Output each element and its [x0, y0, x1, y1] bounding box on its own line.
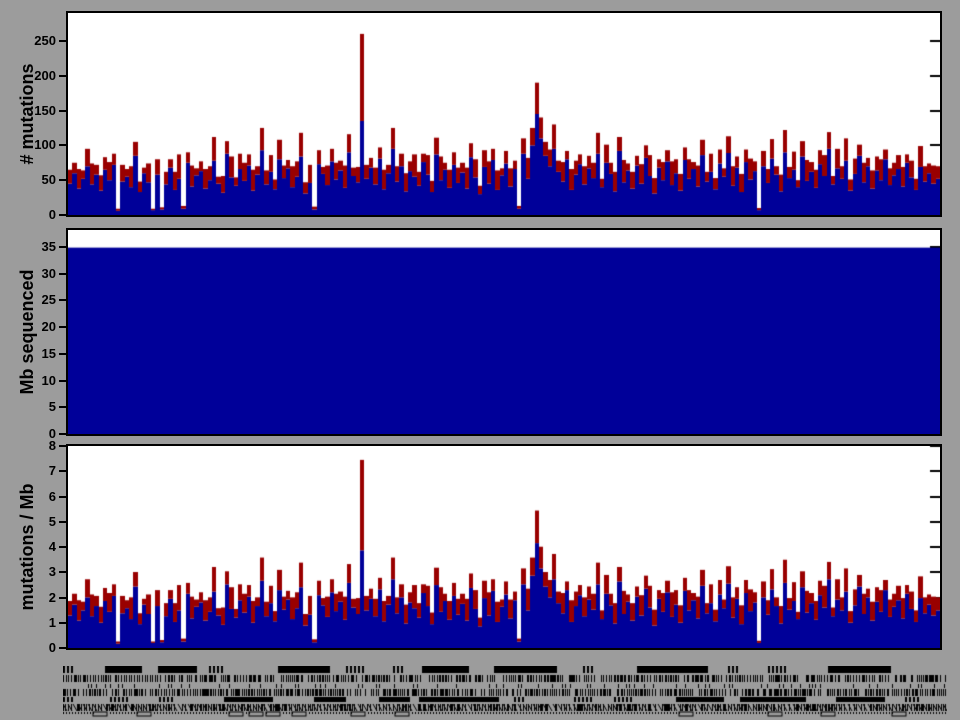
y-tick-mark	[59, 326, 66, 328]
y-tick-label: 0	[20, 208, 56, 222]
y-tick-mark	[59, 406, 66, 408]
y-tick-mark	[59, 144, 66, 146]
y-tick-label: 100	[20, 138, 56, 152]
plot-panel-mb-sequenced	[66, 228, 942, 436]
bar-chart-canvas-mutation-rate	[68, 446, 940, 648]
y-tick-mark	[59, 470, 66, 472]
y-tick-mark	[59, 40, 66, 42]
y-tick-mark	[59, 179, 66, 181]
y-tick-mark	[59, 597, 66, 599]
y-tick-label: 200	[20, 69, 56, 83]
y-tick-label: 50	[20, 173, 56, 187]
y-tick-label: 35	[20, 240, 56, 254]
y-tick-mark	[59, 246, 66, 248]
y-tick-mark	[59, 353, 66, 355]
y-tick-mark	[59, 380, 66, 382]
y-tick-mark	[59, 496, 66, 498]
y-tick-mark	[59, 647, 66, 649]
y-tick-mark	[59, 571, 66, 573]
y-tick-label: 2	[20, 591, 56, 605]
plot-panel-mutation-rate	[66, 444, 942, 650]
y-tick-mark	[59, 75, 66, 77]
y-tick-label: 150	[20, 104, 56, 118]
y-tick-mark	[59, 622, 66, 624]
y-tick-mark	[59, 273, 66, 275]
y-tick-mark	[59, 433, 66, 435]
bar-chart-canvas-mb-sequenced	[68, 230, 940, 434]
y-tick-mark	[59, 214, 66, 216]
bar-chart-canvas-mutation-counts	[68, 13, 940, 215]
y-tick-label: 7	[20, 464, 56, 478]
y-tick-label: 15	[20, 347, 56, 361]
y-tick-mark	[59, 546, 66, 548]
y-tick-label: 25	[20, 293, 56, 307]
y-tick-mark	[59, 445, 66, 447]
y-tick-label: 250	[20, 34, 56, 48]
y-tick-label: 4	[20, 540, 56, 554]
y-tick-label: 5	[20, 400, 56, 414]
y-tick-label: 10	[20, 374, 56, 388]
plot-panel-mutation-counts	[66, 11, 942, 217]
y-tick-label: 0	[20, 641, 56, 655]
y-tick-mark	[59, 110, 66, 112]
y-tick-mark	[59, 521, 66, 523]
y-tick-label: 20	[20, 320, 56, 334]
y-tick-label: 8	[20, 439, 56, 453]
y-tick-label: 1	[20, 616, 56, 630]
y-tick-label: 3	[20, 565, 56, 579]
y-tick-mark	[59, 299, 66, 301]
y-tick-label: 5	[20, 515, 56, 529]
y-tick-label: 6	[20, 490, 56, 504]
y-tick-label: 30	[20, 267, 56, 281]
x-axis-sample-labels	[63, 666, 947, 718]
